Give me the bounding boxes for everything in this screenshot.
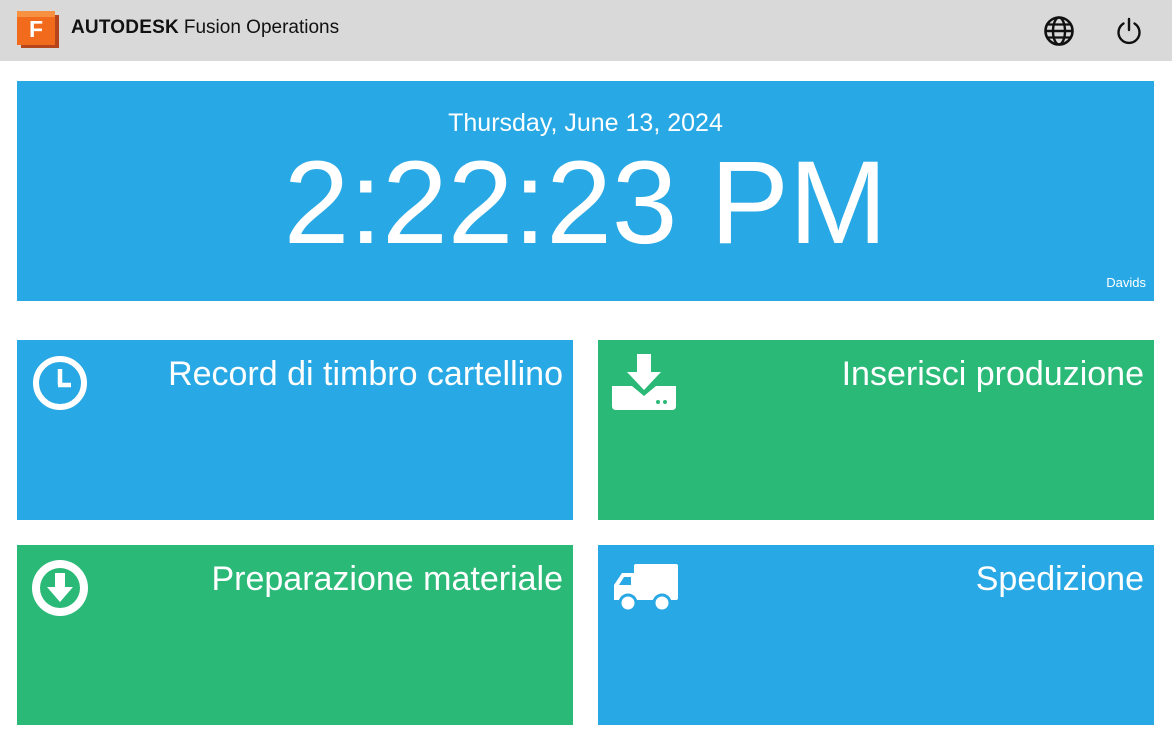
tile-record-timbro-cartellino[interactable]: Record di timbro cartellino bbox=[17, 340, 573, 520]
arrow-down-circle-icon bbox=[32, 560, 88, 616]
current-date: Thursday, June 13, 2024 bbox=[448, 109, 723, 137]
top-bar: F AUTODESK Fusion Operations bbox=[0, 0, 1172, 61]
clock-icon bbox=[33, 356, 87, 410]
tile-label: Spedizione bbox=[975, 560, 1144, 598]
autodesk-fusion-logo-icon: F bbox=[17, 11, 59, 48]
app-title: AUTODESK Fusion Operations bbox=[71, 17, 339, 39]
tile-label: Preparazione materiale bbox=[211, 560, 563, 598]
company-name: AUTODESK bbox=[71, 17, 179, 38]
truck-icon bbox=[614, 564, 678, 613]
download-tray-icon bbox=[612, 354, 676, 410]
logo-letter: F bbox=[29, 16, 43, 42]
power-icon[interactable] bbox=[1113, 15, 1145, 47]
tile-label: Record di timbro cartellino bbox=[168, 355, 563, 393]
globe-icon[interactable] bbox=[1043, 15, 1075, 47]
tile-spedizione[interactable]: Spedizione bbox=[598, 545, 1154, 725]
tile-label: Inserisci produzione bbox=[841, 355, 1144, 393]
tile-inserisci-produzione[interactable]: Inserisci produzione bbox=[598, 340, 1154, 520]
tile-preparazione-materiale[interactable]: Preparazione materiale bbox=[17, 545, 573, 725]
clock-panel: Thursday, June 13, 2024 2:22:23 PM David… bbox=[17, 81, 1154, 301]
current-time: 2:22:23 PM bbox=[283, 137, 888, 269]
product-name: Fusion Operations bbox=[183, 17, 340, 38]
user-name: Davids bbox=[1106, 275, 1146, 290]
